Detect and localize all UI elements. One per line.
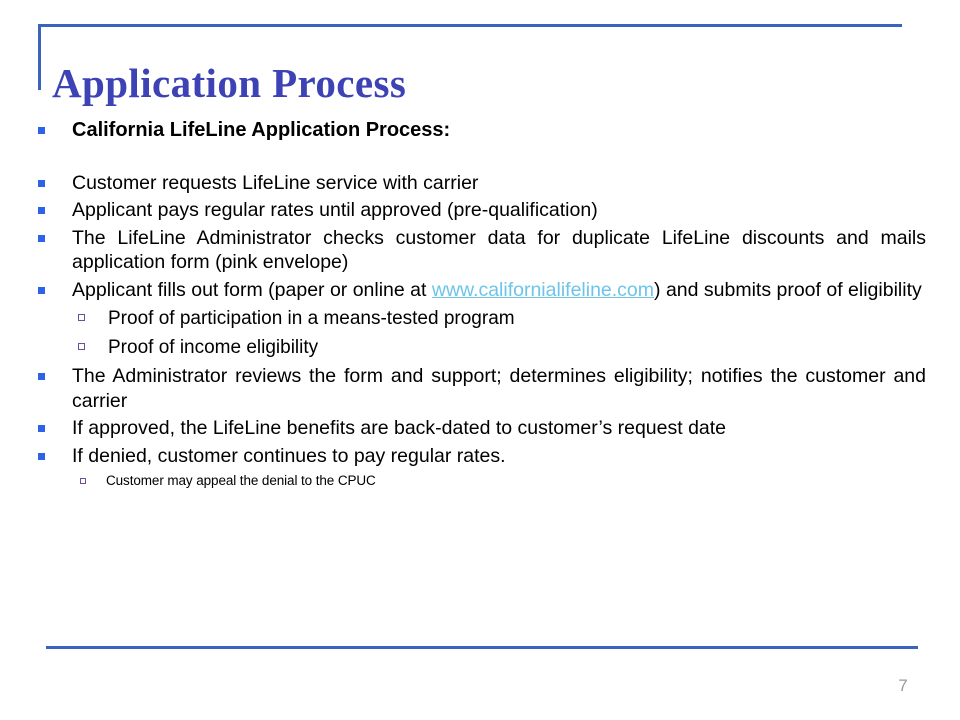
list-item: The Administrator reviews the form and s… [34,364,926,413]
square-bullet-icon [38,425,45,432]
hollow-square-bullet-icon [80,478,86,484]
list-item: The LifeLine Administrator checks custom… [34,226,926,275]
footer-rule [46,646,918,649]
hollow-square-bullet-icon [78,314,85,321]
list-item-label-prefix: Applicant fills out form (paper or onlin… [72,278,432,301]
sub-list-item: Proof of income eligibility [72,335,926,360]
list-item: If denied, customer continues to pay reg… [34,444,926,491]
list-item-heading: California LifeLine Application Process: [34,118,926,143]
square-bullet-icon [38,207,45,214]
sub-list-item: Proof of participation in a means-tested… [72,306,926,331]
sub-list-item-label: Proof of participation in a means-tested… [108,308,515,329]
list-item-label: California LifeLine Application Process: [72,119,451,141]
title-left-rule [38,24,41,90]
list-item: If approved, the LifeLine benefits are b… [34,416,926,441]
list-item-label: If approved, the LifeLine benefits are b… [72,417,727,439]
square-bullet-icon [38,452,45,460]
list-item: Applicant pays regular rates until appro… [34,198,926,223]
list-item: Customer requests LifeLine service with … [34,171,926,196]
square-bullet-icon [38,179,45,187]
bullet-list: California LifeLine Application Process:… [34,118,926,490]
californialifeline-link[interactable]: www.californialifeline.com [432,279,654,301]
square-bullet-icon [38,373,45,380]
list-item-label: Customer requests LifeLine service with … [72,171,479,194]
page-title: Application Process [52,60,407,107]
slide-body: California LifeLine Application Process:… [34,118,926,494]
list-item-label-suffix: ) and submits proof of eligibility [654,278,922,301]
list-item-label: The LifeLine Administrator checks custom… [72,226,926,274]
sub-list-item-label: Proof of income eligibility [108,337,319,358]
list-item-label: Applicant pays regular rates until appro… [72,199,598,221]
square-bullet-icon [38,234,45,242]
sub-list-item: Customer may appeal the denial to the CP… [72,472,926,490]
slide-canvas: Application Process California LifeLine … [0,0,960,720]
list-item-label: If denied, customer continues to pay reg… [72,444,506,467]
square-bullet-icon [38,127,45,134]
hollow-square-bullet-icon [78,343,85,350]
sub-bullet-list: Customer may appeal the denial to the CP… [72,472,926,490]
sub-bullet-list: Proof of participation in a means-tested… [72,306,926,360]
sub-list-item-label: Customer may appeal the denial to the CP… [106,473,376,488]
page-number: 7 [898,676,908,695]
title-top-rule [38,24,902,27]
square-bullet-icon [38,286,45,294]
list-item-label: The Administrator reviews the form and s… [72,365,926,412]
list-item-with-link: Applicant fills out form (paper or onlin… [34,278,926,361]
